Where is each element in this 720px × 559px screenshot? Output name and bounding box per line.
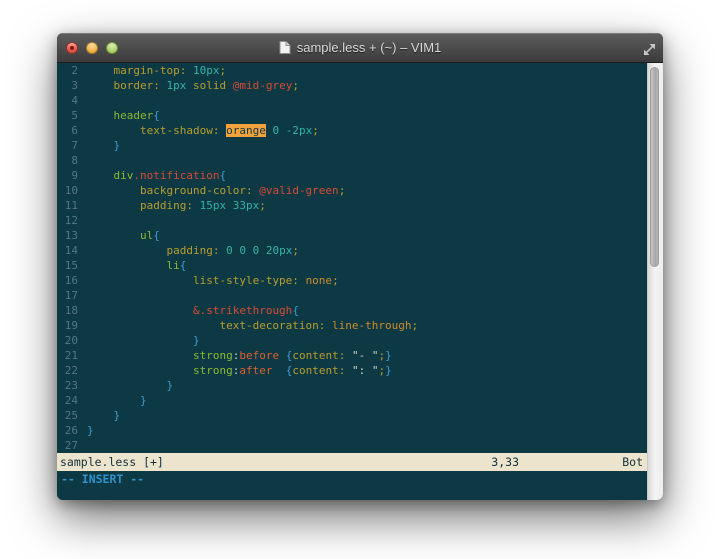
code-line: 2 margin-top: 10px; [57,63,647,78]
code-line-text: } [87,139,120,152]
minimize-button[interactable] [86,42,98,54]
code-line-text: margin-top: 10px; [87,64,226,77]
window-title: sample.less + (~) – VIM1 [297,40,442,55]
line-number: 18 [57,303,78,318]
code-line: 20 } [57,333,647,348]
line-number: 3 [57,78,78,93]
code-line: 9 div.notification{ [57,168,647,183]
line-number: 11 [57,198,78,213]
code-line: 12 [57,213,647,228]
code-line: 23 } [57,378,647,393]
statusline-scroll-indicator: Bot [622,453,643,471]
code-line: 27 [57,438,647,453]
line-number: 14 [57,243,78,258]
window-titlebar[interactable]: sample.less + (~) – VIM1 [57,33,663,63]
code-line: 18 &.strikethrough{ [57,303,647,318]
line-number: 15 [57,258,78,273]
code-line-text: div.notification{ [87,169,226,182]
line-number: 27 [57,438,78,453]
code-line-text: background-color: @valid-green; [87,184,345,197]
code-line-text: text-decoration: line-through; [87,319,418,332]
code-line: 11 padding: 15px 33px; [57,198,647,213]
line-number: 13 [57,228,78,243]
line-number: 7 [57,138,78,153]
code-line-text: header{ [87,109,160,122]
code-line-text: li{ [87,259,186,272]
editor-main-column: 2 margin-top: 10px;3 border: 1px solid @… [57,63,647,500]
insert-mode-indicator: -- INSERT -- [57,471,647,488]
line-number: 22 [57,363,78,378]
code-line: 22 strong:after {content: ": ";} [57,363,647,378]
vim-window: sample.less + (~) – VIM1 2 margin-top: 1… [57,33,663,500]
code-line: 16 list-style-type: none; [57,273,647,288]
fullscreen-icon[interactable] [643,41,656,60]
close-button[interactable] [66,42,78,54]
line-number: 16 [57,273,78,288]
code-line-text: } [87,424,94,437]
line-number: 2 [57,63,78,78]
line-number: 20 [57,333,78,348]
code-line: 7 } [57,138,647,153]
code-line: 8 [57,153,647,168]
code-line: 3 border: 1px solid @mid-grey; [57,78,647,93]
line-number: 10 [57,183,78,198]
command-line-area: -- INSERT -- [57,471,647,500]
code-line: 24 } [57,393,647,408]
code-line: 4 [57,93,647,108]
line-number: 21 [57,348,78,363]
code-line: 10 background-color: @valid-green; [57,183,647,198]
code-line: 21 strong:before {content: "- ";} [57,348,647,363]
code-line-text: ul{ [87,229,160,242]
line-number: 12 [57,213,78,228]
code-line-text: text-shadow: orange 0 -2px; [87,124,319,137]
code-line: 13 ul{ [57,228,647,243]
code-line-text: strong:after {content: ": ";} [87,364,392,377]
line-number: 24 [57,393,78,408]
document-proxy-icon [279,40,291,55]
code-line: 17 [57,288,647,303]
code-line-text: } [87,334,200,347]
vim-statusline: sample.less [+] 3,33 Bot [57,453,647,471]
code-line: 26} [57,423,647,438]
statusline-filename: sample.less [+] [60,455,164,469]
code-line-text: padding: 0 0 0 20px; [87,244,299,257]
line-number: 6 [57,123,78,138]
code-line-text: strong:before {content: "- ";} [87,349,392,362]
titlebar-center: sample.less + (~) – VIM1 [57,33,663,62]
zoom-button[interactable] [106,42,118,54]
code-line-text: } [87,379,173,392]
code-line: 15 li{ [57,258,647,273]
code-line-text: } [87,409,120,422]
statusline-cursor-position: 3,33 [491,453,519,471]
traffic-lights [66,33,126,62]
scrollbar-thumb[interactable] [650,67,659,267]
code-line-text: padding: 15px 33px; [87,199,266,212]
code-line-text: list-style-type: none; [87,274,339,287]
scrollbar-track[interactable] [647,63,663,500]
line-number: 19 [57,318,78,333]
code-line-text: } [87,394,147,407]
code-line: 5 header{ [57,108,647,123]
code-line-text: border: 1px solid @mid-grey; [87,79,299,92]
line-number: 26 [57,423,78,438]
line-number: 9 [57,168,78,183]
code-line: 14 padding: 0 0 0 20px; [57,243,647,258]
code-area[interactable]: 2 margin-top: 10px;3 border: 1px solid @… [57,63,647,453]
code-line: 19 text-decoration: line-through; [57,318,647,333]
line-number: 4 [57,93,78,108]
code-line-text: &.strikethrough{ [87,304,299,317]
code-line: 25 } [57,408,647,423]
code-line: 6 text-shadow: orange 0 -2px; [57,123,647,138]
line-number: 8 [57,153,78,168]
line-number: 17 [57,288,78,303]
line-number: 23 [57,378,78,393]
editor-area: 2 margin-top: 10px;3 border: 1px solid @… [57,63,663,500]
line-number: 5 [57,108,78,123]
line-number: 25 [57,408,78,423]
